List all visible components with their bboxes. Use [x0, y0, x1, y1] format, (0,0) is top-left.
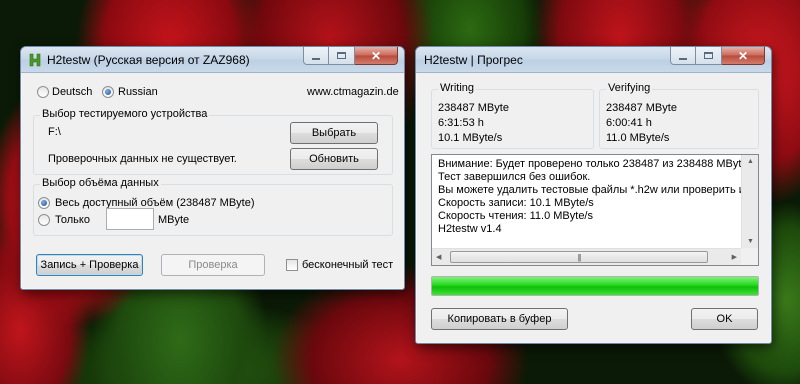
ok-button[interactable]: OK [691, 308, 758, 330]
radio-russian-label[interactable]: Russian [118, 86, 158, 98]
radio-all-space[interactable] [38, 197, 50, 209]
main-window: H2testw (Русская версия от ZAZ968) ✕ Deu… [20, 46, 405, 290]
radio-russian[interactable] [102, 86, 114, 98]
close-button[interactable]: ✕ [355, 47, 398, 65]
verifying-size: 238487 MByte [606, 102, 677, 114]
select-device-button[interactable]: Выбрать [290, 122, 378, 144]
progress-maximize-button[interactable] [696, 47, 722, 65]
device-path: F:\ [48, 126, 61, 138]
website-link[interactable]: www.ctmagazin.de [307, 86, 399, 98]
h2testw-app-icon [29, 53, 41, 67]
main-titlebar[interactable]: H2testw (Русская версия от ZAZ968) ✕ [21, 47, 404, 73]
write-verify-button[interactable]: Запись + Проверка [36, 254, 143, 276]
writing-speed: 10.1 MByte/s [438, 132, 503, 144]
progress-fill [432, 277, 758, 295]
refresh-button[interactable]: Обновить [290, 148, 378, 170]
scroll-corner [741, 248, 758, 265]
verifying-speed: 11.0 MByte/s [606, 132, 670, 144]
scroll-left-icon[interactable]: ◀ [436, 253, 441, 261]
grip-icon: ||| [577, 252, 581, 262]
progress-window-title: H2testw | Прогрес [424, 53, 523, 67]
verifying-time: 6:00:41 h [606, 117, 652, 129]
log-vertical-scrollbar[interactable]: ▲ ▼ [741, 155, 758, 248]
log-textbox[interactable]: Внимание: Будет проверено только 238487 … [431, 154, 759, 266]
maximize-icon [337, 52, 346, 59]
status-text: Проверочных данных не существует. [48, 153, 237, 165]
progress-close-button[interactable]: ✕ [722, 47, 765, 65]
device-group-label: Выбор тестируемого устройства [40, 108, 210, 120]
log-line: Внимание: Будет проверено только 238487 … [438, 158, 751, 170]
log-line: H2testw v1.4 [438, 223, 502, 235]
log-horizontal-scrollbar[interactable]: ◀ ||| ▶ [432, 248, 741, 265]
radio-only-label[interactable]: Только [55, 214, 90, 226]
close-icon: ✕ [737, 48, 749, 63]
maximize-icon [704, 52, 713, 59]
scroll-up-icon[interactable]: ▲ [747, 158, 754, 165]
radio-only[interactable] [38, 214, 50, 226]
log-line: Скорость записи: 10.1 MByte/s [438, 197, 594, 209]
writing-size: 238487 MByte [438, 102, 509, 114]
log-line: Скорость чтения: 11.0 MByte/s [438, 210, 593, 222]
volume-group: Выбор объёма данных Весь доступный объём… [33, 177, 393, 236]
endless-test-label[interactable]: бесконечный тест [302, 259, 393, 271]
minimize-button[interactable] [303, 47, 329, 65]
close-icon: ✕ [370, 48, 382, 63]
radio-all-space-label[interactable]: Весь доступный объём (238487 MByte) [55, 197, 255, 209]
radio-deutsch-label[interactable]: Deutsch [52, 86, 92, 98]
only-mbyte-input[interactable] [106, 208, 154, 230]
main-window-title: H2testw (Русская версия от ZAZ968) [47, 53, 250, 67]
copy-to-clipboard-button[interactable]: Копировать в буфер [431, 308, 568, 330]
device-group: Выбор тестируемого устройства F:\ Выбрат… [33, 108, 393, 175]
log-line: Вы можете удалить тестовые файлы *.h2w и… [438, 184, 759, 196]
log-line: Тест завершился без ошибок. [438, 171, 591, 183]
verifying-group: Verifying 238487 MByte 6:00:41 h 11.0 MB… [599, 82, 759, 149]
verify-button[interactable]: Проверка [161, 254, 265, 276]
minimize-icon [679, 57, 687, 60]
progress-window: H2testw | Прогрес ✕ Writing 238487 MByte… [415, 46, 772, 344]
scroll-right-icon[interactable]: ▶ [732, 253, 737, 261]
maximize-button[interactable] [329, 47, 355, 65]
scroll-down-icon[interactable]: ▼ [747, 238, 754, 245]
writing-group: Writing 238487 MByte 6:31:53 h 10.1 MByt… [431, 82, 594, 149]
minimize-icon [312, 57, 320, 60]
endless-test-checkbox[interactable] [286, 259, 298, 271]
progress-bar [431, 276, 759, 296]
progress-minimize-button[interactable] [670, 47, 696, 65]
volume-group-label: Выбор объёма данных [40, 177, 161, 189]
mbyte-unit-label: MByte [158, 214, 190, 226]
writing-time: 6:31:53 h [438, 117, 484, 129]
verifying-group-label: Verifying [606, 82, 653, 94]
progress-titlebar[interactable]: H2testw | Прогрес ✕ [416, 47, 771, 73]
horizontal-scroll-thumb[interactable]: ||| [450, 251, 708, 263]
writing-group-label: Writing [438, 82, 477, 94]
radio-deutsch[interactable] [37, 86, 49, 98]
